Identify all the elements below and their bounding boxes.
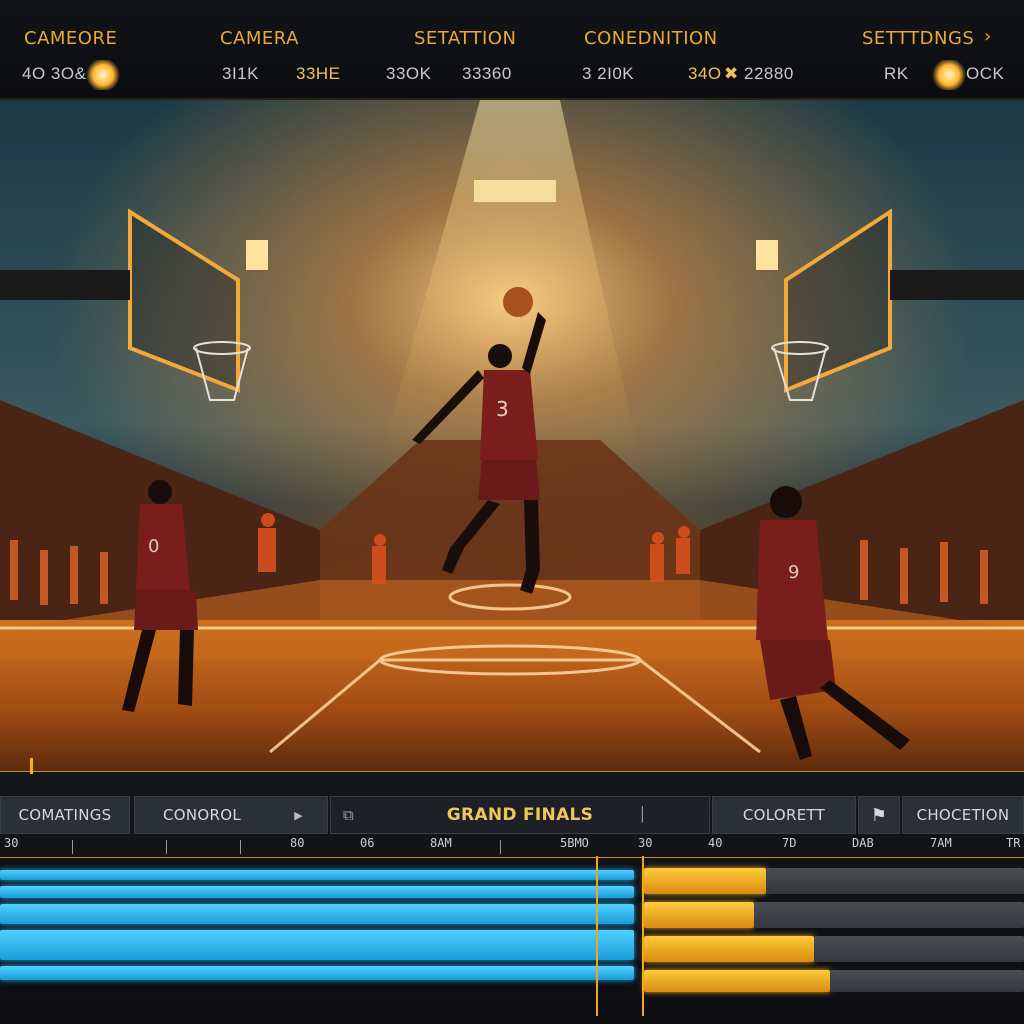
video-clip[interactable]: [0, 904, 634, 924]
readout: 22880: [744, 64, 794, 83]
playhead[interactable]: [596, 856, 598, 1016]
timeline-tab-bar: COMATINGS CONOROL ▶ ⧉ GRAND FINALS │ COL…: [0, 796, 1024, 834]
ruler-label: 40: [708, 836, 723, 850]
readout: 4O 3O&: [22, 64, 87, 83]
menu-item-cameore[interactable]: CAMEORE: [24, 28, 117, 49]
readout: RK: [884, 64, 909, 83]
timeline-title-label: GRAND FINALS: [446, 805, 594, 825]
readout: 33OK: [386, 64, 432, 83]
jersey-number-right: 9: [788, 562, 799, 583]
readout: 3 2I0K: [582, 64, 635, 83]
menu-item-conednition[interactable]: CONEDNITION: [584, 28, 718, 49]
jersey-number-left: 0: [148, 536, 159, 557]
ruler-label: 8AM: [430, 836, 452, 850]
ruler-label: 7AM: [930, 836, 952, 850]
audio-clip[interactable]: [644, 970, 830, 992]
ruler-label: TR: [1006, 836, 1021, 850]
readout-row: 4O 3O& 3I1K 33HE 33OK 33360 3 2I0K 34O ✖…: [0, 60, 1024, 92]
video-clip[interactable]: [0, 870, 634, 880]
floodlight-icon: [932, 60, 966, 90]
menu-item-setattion[interactable]: SETATTION: [414, 28, 516, 49]
tab-control-label: CONOROL: [163, 806, 241, 824]
empty-track: [814, 936, 1024, 962]
timeline-title: ⧉ GRAND FINALS │: [330, 796, 710, 834]
top-toolbar: CAMEORE CAMERA SETATTION CONEDNITION SET…: [0, 0, 1024, 100]
ruler-label: 80: [290, 836, 305, 850]
ruler-tick: [72, 840, 73, 854]
video-clip[interactable]: [0, 886, 634, 898]
court-scene: 3 0 9: [0, 100, 1024, 772]
window-icon[interactable]: ⧉: [343, 806, 354, 824]
timeline-start-marker[interactable]: [30, 758, 33, 774]
readout: 33HE: [296, 64, 341, 83]
video-clip[interactable]: [0, 930, 634, 960]
ruler-tick: [500, 840, 501, 854]
chevron-right-icon[interactable]: ›: [984, 26, 992, 47]
empty-track: [830, 970, 1024, 992]
floodlight-icon: [86, 60, 120, 90]
ruler-label: 30: [638, 836, 653, 850]
ruler-tick: [166, 840, 167, 854]
ruler-label: 06: [360, 836, 375, 850]
audio-clip[interactable]: [644, 902, 754, 928]
empty-track: [754, 902, 1024, 928]
ruler-label: 30: [4, 836, 19, 850]
tab-control[interactable]: CONOROL ▶: [134, 796, 328, 834]
readout: 33360: [462, 64, 512, 83]
readout: 3I1K: [222, 64, 259, 83]
menu-item-settings[interactable]: SETTTDNGS: [862, 28, 974, 49]
jersey-number-main: 3: [496, 397, 509, 421]
ruler-label: 5BMO: [560, 836, 589, 850]
audio-clip[interactable]: [644, 868, 766, 894]
readout: 34O: [688, 64, 722, 83]
cursor-icon: │: [638, 807, 647, 823]
flag-icon[interactable]: ⚑: [858, 796, 900, 834]
timeline-ruler[interactable]: 30 80 06 8AM 5BMO 30 40 7D DAB 7AM TR: [0, 836, 1024, 858]
ruler-label: 7D: [782, 836, 797, 850]
timeline-panel: COMATINGS CONOROL ▶ ⧉ GRAND FINALS │ COL…: [0, 758, 1024, 1024]
tab-choction[interactable]: CHOCETION: [902, 796, 1024, 834]
tab-coatings[interactable]: COMATINGS: [0, 796, 130, 834]
ruler-label: DAB: [852, 836, 874, 850]
timeline-tracks: [0, 860, 1024, 1010]
audio-clip[interactable]: [644, 936, 814, 962]
readout: OCK: [966, 64, 1005, 83]
camera-viewport[interactable]: 3 0 9: [0, 100, 1024, 772]
menu-row: CAMEORE CAMERA SETATTION CONEDNITION SET…: [0, 26, 1024, 56]
playhead-out[interactable]: [642, 856, 644, 1016]
cross-icon: ✖: [724, 64, 739, 83]
empty-track: [766, 868, 1024, 894]
video-clip[interactable]: [0, 966, 634, 980]
menu-item-camera[interactable]: CAMERA: [220, 28, 299, 49]
tab-colorett[interactable]: COLORETT: [712, 796, 856, 834]
play-icon[interactable]: ▶: [294, 809, 303, 822]
ruler-tick: [240, 840, 241, 854]
